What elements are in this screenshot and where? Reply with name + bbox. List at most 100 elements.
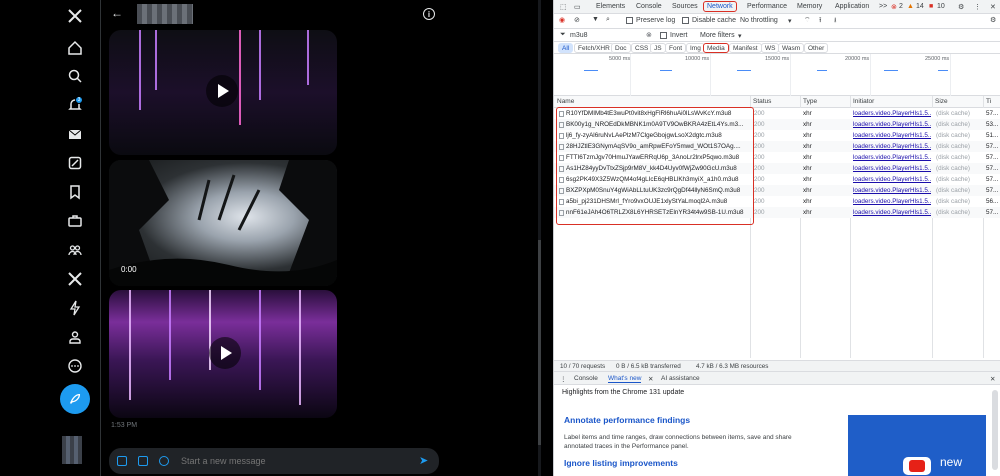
invert-checkbox[interactable]	[660, 32, 667, 39]
communities-icon[interactable]	[63, 238, 87, 262]
heading-annotate-performance[interactable]: Annotate performance findings	[564, 415, 690, 425]
request-initiator[interactable]: loaders.video.PlayerHls1.5...	[853, 110, 931, 117]
video-message[interactable]	[109, 290, 337, 418]
network-settings-icon[interactable]: ⚙	[990, 16, 996, 24]
type-filter-font[interactable]: Font	[665, 43, 687, 53]
drawer-tab-whats-new[interactable]: What's new	[608, 375, 642, 383]
more-filters-dropdown[interactable]: More filters	[700, 32, 735, 39]
tab-memory[interactable]: Memory	[797, 3, 822, 10]
column-type[interactable]: Type	[803, 98, 817, 105]
import-har-icon[interactable]: ⭱	[819, 16, 821, 27]
chevron-down-icon[interactable]: ▾	[738, 32, 742, 40]
info-icon[interactable]: i	[423, 8, 435, 20]
request-initiator[interactable]: loaders.video.PlayerHls1.5...	[853, 187, 931, 194]
video-message[interactable]: 0:00	[109, 160, 337, 286]
more-icon[interactable]	[63, 354, 87, 378]
record-icon[interactable]: ◉	[559, 16, 565, 24]
jobs-icon[interactable]	[63, 209, 87, 233]
error-count[interactable]: 2	[899, 3, 903, 10]
request-initiator[interactable]: loaders.video.PlayerHls1.5...	[853, 209, 931, 216]
inspect-icon[interactable]: ⬚	[560, 3, 567, 11]
clear-icon[interactable]: ⊘	[574, 16, 580, 24]
column-size[interactable]: Size	[935, 98, 948, 105]
verified-orgs-icon[interactable]	[63, 296, 87, 320]
filter-input[interactable]: m3u8	[570, 32, 588, 39]
premium-icon[interactable]	[63, 267, 87, 291]
heading-ignore-listing[interactable]: Ignore listing improvements	[564, 458, 678, 468]
tab-performance[interactable]: Performance	[747, 3, 787, 10]
request-initiator[interactable]: loaders.video.PlayerHls1.5...	[853, 132, 931, 139]
video-message[interactable]	[109, 30, 337, 155]
column-status[interactable]: Status	[753, 98, 771, 105]
send-icon[interactable]: ➤	[419, 454, 428, 467]
network-conditions-icon[interactable]: ⌔	[804, 16, 811, 25]
type-filter-js[interactable]: JS	[650, 43, 666, 53]
disable-cache-checkbox[interactable]	[682, 17, 689, 24]
back-arrow-icon[interactable]: ←	[111, 6, 123, 20]
type-filter-manifest[interactable]: Manifest	[729, 43, 762, 53]
drawer-tab-console[interactable]: Console	[574, 375, 598, 382]
type-filter-wasm[interactable]: Wasm	[778, 43, 805, 53]
type-filter-ws[interactable]: WS	[761, 43, 780, 53]
close-icon[interactable]: ✕	[990, 3, 996, 11]
messages-icon[interactable]	[63, 122, 87, 146]
request-initiator[interactable]: loaders.video.PlayerHls1.5...	[853, 143, 931, 150]
conversation-scrollbar[interactable]	[538, 0, 541, 476]
bookmarks-icon[interactable]	[63, 180, 87, 204]
scrollbar-thumb[interactable]	[538, 240, 541, 445]
warning-count[interactable]: 14	[916, 3, 924, 10]
network-status-bar: 10 / 70 requests 0 B / 6.5 kB transferre…	[554, 360, 1000, 372]
request-initiator[interactable]: loaders.video.PlayerHls1.5...	[853, 198, 931, 205]
close-tab-icon[interactable]: ✕	[648, 375, 653, 383]
tab-application[interactable]: Application	[835, 3, 869, 10]
emoji-icon[interactable]	[159, 456, 169, 466]
info-count[interactable]: 10	[937, 3, 945, 10]
preserve-log-checkbox[interactable]	[626, 17, 633, 24]
network-overview-timeline[interactable]: 5000 ms 10000 ms 15000 ms 20000 ms 25000…	[554, 54, 1000, 96]
throttling-select[interactable]: No throttling	[740, 17, 778, 24]
type-filter-doc[interactable]: Doc	[611, 43, 631, 53]
tab-network[interactable]: Network	[703, 1, 737, 12]
column-time[interactable]: Ti	[986, 98, 991, 105]
profile-icon[interactable]	[63, 325, 87, 349]
device-toolbar-icon[interactable]: ▭	[574, 3, 581, 11]
whats-new-video-thumbnail[interactable]: new	[848, 415, 986, 476]
type-filter-other[interactable]: Other	[804, 43, 829, 53]
message-input[interactable]	[181, 452, 411, 470]
close-drawer-icon[interactable]: ✕	[990, 375, 995, 383]
tab-sources[interactable]: Sources	[672, 3, 698, 10]
search-icon[interactable]	[63, 64, 87, 88]
export-har-icon[interactable]: ⭳	[834, 16, 836, 27]
tab-console[interactable]: Console	[636, 3, 662, 10]
drawer-menu-icon[interactable]: ⋮	[560, 375, 567, 383]
home-icon[interactable]	[63, 36, 87, 60]
x-logo-icon[interactable]	[63, 4, 87, 28]
compose-post-button[interactable]	[60, 384, 90, 414]
clear-filter-icon[interactable]: ⊗	[646, 31, 652, 39]
grok-icon[interactable]	[63, 151, 87, 175]
request-initiator[interactable]: loaders.video.PlayerHls1.5...	[853, 121, 931, 128]
type-filter-all[interactable]: All	[558, 43, 574, 53]
column-initiator[interactable]: Initiator	[853, 98, 874, 105]
column-name[interactable]: Name	[557, 98, 574, 105]
filter-icon[interactable]: ▼	[592, 16, 599, 23]
play-icon[interactable]	[209, 337, 241, 369]
account-avatar[interactable]	[62, 436, 82, 464]
request-initiator[interactable]: loaders.video.PlayerHls1.5...	[853, 154, 931, 161]
request-time: 57...	[986, 176, 999, 183]
request-initiator[interactable]: loaders.video.PlayerHls1.5...	[853, 165, 931, 172]
tab-elements[interactable]: Elements	[596, 3, 625, 10]
play-icon[interactable]	[206, 75, 238, 107]
type-filter-media[interactable]: Media	[703, 43, 729, 53]
gif-icon[interactable]	[138, 456, 148, 466]
image-icon[interactable]	[117, 456, 127, 466]
request-initiator[interactable]: loaders.video.PlayerHls1.5...	[853, 176, 931, 183]
search-icon[interactable]: ⌕	[606, 16, 610, 24]
drawer-tab-ai-assistance[interactable]: AI assistance	[661, 375, 700, 382]
settings-gear-icon[interactable]: ⚙	[958, 3, 964, 11]
chevron-down-icon[interactable]: ▾	[788, 17, 792, 25]
drawer-scrollbar[interactable]	[992, 390, 998, 470]
more-tabs-button[interactable]: >>	[879, 3, 887, 10]
kebab-menu-icon[interactable]: ⋮	[974, 3, 981, 11]
type-filter-fetch-xhr[interactable]: Fetch/XHR	[574, 43, 614, 53]
